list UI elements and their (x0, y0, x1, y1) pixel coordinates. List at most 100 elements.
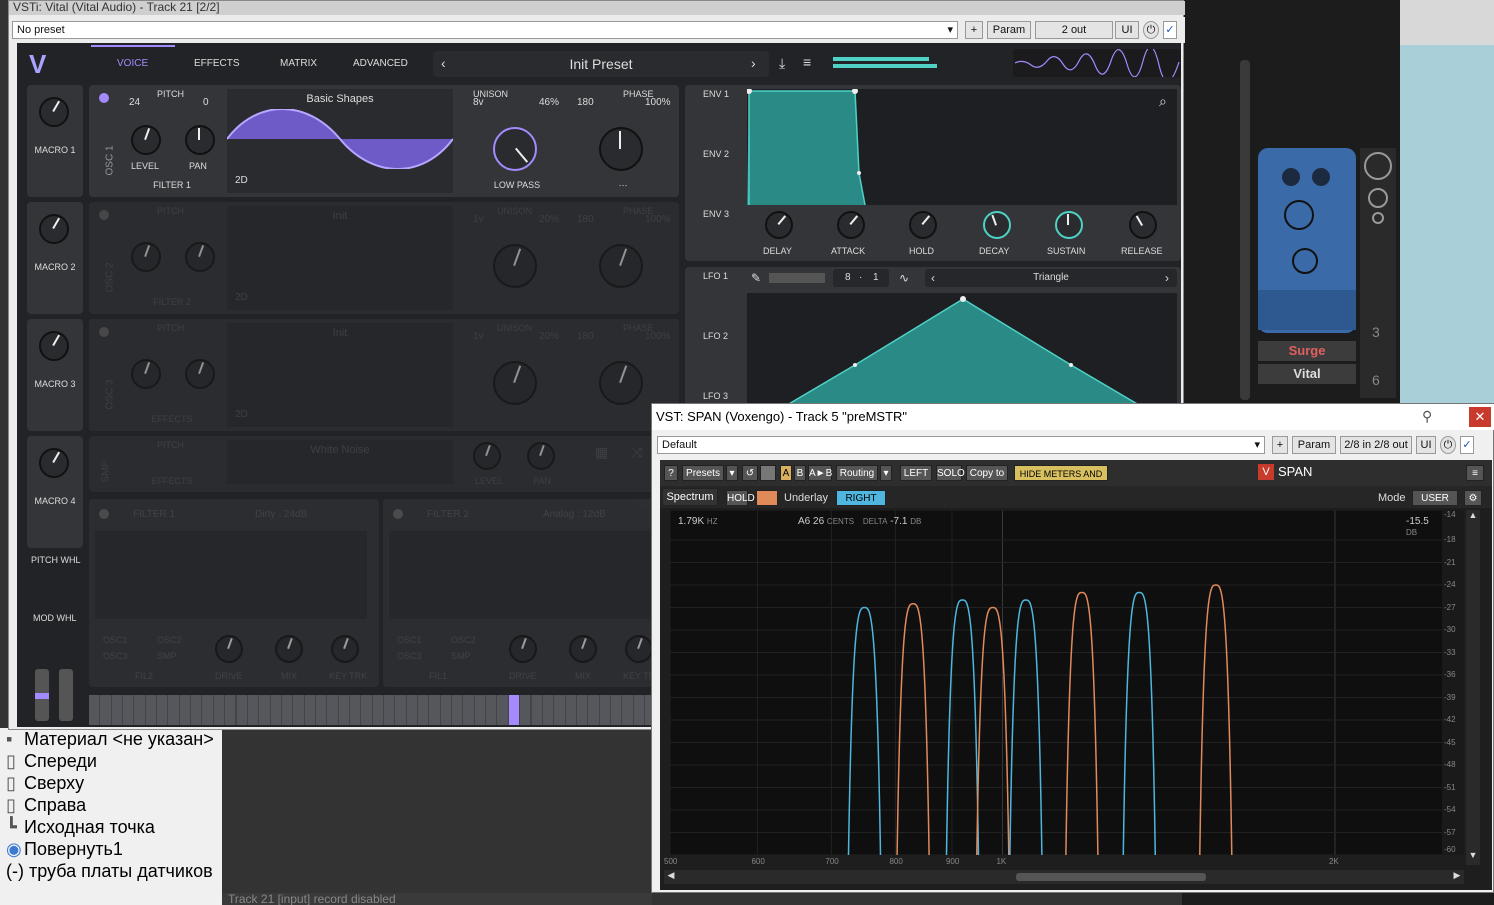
tab-env2[interactable]: ENV 2 (703, 149, 729, 159)
filter2-source[interactable]: OSC1 (397, 635, 422, 645)
osc3-enable-toggle[interactable] (99, 327, 109, 337)
piano-keyboard[interactable] (89, 695, 679, 725)
osc2-phase-value[interactable]: 180 (577, 214, 594, 225)
panel-knob[interactable] (1292, 248, 1318, 274)
spectrum-display[interactable]: 1.79K HZ A6 26 CENTS DELTA -7.1 DB -15.5… (669, 509, 1442, 856)
piano-white-key[interactable] (633, 695, 644, 725)
piano-white-key[interactable] (259, 695, 270, 725)
osc2-level-knob[interactable] (131, 242, 161, 272)
filter2-route[interactable]: FIL1 (429, 671, 447, 681)
copy-to-button[interactable]: Copy to (966, 465, 1008, 481)
osc1-wavetable[interactable]: Basic Shapes 2D (227, 89, 453, 193)
osc1-unison-knob[interactable] (493, 127, 537, 171)
scroll-up-icon[interactable]: ▲ (1466, 510, 1480, 522)
close-icon[interactable]: ✕ (1469, 407, 1491, 427)
lfo-smooth-slider[interactable] (769, 273, 825, 283)
filter2-keytrk-knob[interactable] (625, 635, 653, 663)
osc3-phase-value[interactable]: 180 (577, 331, 594, 342)
piano-white-key[interactable] (452, 695, 463, 725)
osc1-wave-name[interactable]: Basic Shapes (227, 93, 453, 105)
envelope-display[interactable]: ⌕ (746, 88, 1177, 206)
osc1-phase-pct[interactable]: 100% (645, 97, 671, 108)
scroll-left-icon[interactable]: ◀ (664, 870, 678, 884)
piano-white-key[interactable] (327, 695, 338, 725)
scroll-thumb[interactable] (1016, 873, 1206, 881)
plugin-list-item-vital[interactable]: Vital (1258, 364, 1356, 384)
filter2-source[interactable]: OSC3 (397, 651, 422, 661)
osc2-wave-name[interactable]: Init (227, 210, 453, 222)
filter2-drive-knob[interactable] (509, 635, 537, 663)
env-delay-knob[interactable] (765, 211, 793, 239)
mod-wheel[interactable] (59, 669, 73, 721)
tab-advanced[interactable]: ADVANCED (353, 58, 408, 69)
span-menu-icon[interactable]: ≡ (1466, 465, 1484, 481)
osc3-voices-value[interactable]: 1v (473, 331, 484, 342)
tab-env1[interactable]: ENV 1 (703, 89, 729, 99)
tab-effects[interactable]: EFFECTS (194, 58, 240, 69)
env-release-knob[interactable] (1129, 211, 1157, 239)
add-preset-button[interactable]: + (965, 21, 983, 39)
filter1-drive-knob[interactable] (215, 635, 243, 663)
piano-white-key[interactable] (100, 695, 111, 725)
filter1-response[interactable] (95, 531, 367, 619)
piano-white-key[interactable] (542, 695, 554, 725)
osc1-filter-select[interactable]: LOW PASS (469, 180, 565, 190)
osc1-pan-knob[interactable] (185, 125, 215, 155)
tree-item[interactable]: ▯ Справа (0, 794, 222, 816)
osc2-unison-pct[interactable]: 20% (539, 214, 559, 225)
sample-level-knob[interactable] (473, 442, 501, 470)
osc3-phase-pct[interactable]: 100% (645, 331, 671, 342)
preset-name[interactable]: Init Preset (433, 56, 769, 72)
paint-icon[interactable]: ✎ (751, 271, 761, 285)
osc1-spectral-select[interactable]: ··· (575, 180, 671, 190)
horizontal-scrollbar[interactable]: ◀ ▶ (664, 870, 1464, 884)
redo-icon[interactable] (760, 465, 776, 481)
hide-meters-button[interactable]: HIDE METERS AND STATS (1014, 465, 1108, 495)
piano-white-key[interactable] (304, 695, 315, 725)
osc2-pan-knob[interactable] (185, 242, 215, 272)
piano-white-key[interactable] (145, 695, 157, 725)
piano-white-key[interactable] (418, 695, 429, 725)
span-add-preset-button[interactable]: + (1272, 436, 1288, 454)
sample-route-select[interactable]: EFFECTS (125, 476, 219, 486)
next-preset-icon[interactable]: › (751, 55, 756, 71)
scroll-down-icon[interactable]: ▼ (1466, 850, 1480, 862)
vertical-scrollbar[interactable]: ▲ ▼ (1466, 510, 1480, 865)
osc2-dim-label[interactable]: 2D (235, 292, 248, 303)
osc1-phase-value[interactable]: 180 (577, 97, 594, 108)
osc2-phase-pct[interactable]: 100% (645, 214, 671, 225)
mode-select[interactable]: USER (1412, 490, 1458, 506)
osc2-enable-toggle[interactable] (99, 210, 109, 220)
right-channel-button[interactable]: RIGHT (836, 490, 886, 506)
filter1-source[interactable]: OSC2 (157, 635, 182, 645)
power-icon[interactable]: ⏻ (1143, 21, 1159, 39)
lfo-shape-select[interactable]: ‹ Triangle › (925, 269, 1177, 287)
piano-white-key[interactable] (157, 695, 168, 725)
host-scrollbar[interactable] (1240, 60, 1250, 400)
piano-white-key[interactable] (213, 695, 225, 725)
piano-white-key[interactable] (270, 695, 281, 725)
osc3-wavetable[interactable]: Init 2D (227, 323, 453, 427)
piano-white-key[interactable] (89, 695, 100, 725)
undo-icon[interactable]: ↺ (742, 465, 758, 481)
routing-menu-icon[interactable]: ▾ (880, 465, 892, 481)
osc3-unison-knob[interactable] (493, 361, 537, 405)
random-phase-icon[interactable]: ⤨ (631, 444, 642, 461)
settings-gear-icon[interactable]: ⚙ (1464, 490, 1482, 506)
piano-white-key[interactable] (429, 695, 440, 725)
piano-white-key[interactable] (384, 695, 395, 725)
pitch-wheel[interactable] (35, 669, 49, 721)
osc3-route-select[interactable]: EFFECTS (125, 414, 219, 424)
osc1-route-select[interactable]: FILTER 1 (125, 180, 219, 190)
tree-item[interactable]: ▪ Материал <не указан> (0, 728, 222, 750)
osc1-transpose-value[interactable]: 24 (129, 97, 140, 108)
filter1-keytrk-knob[interactable] (331, 635, 359, 663)
piano-white-key[interactable] (622, 695, 633, 725)
tree-item[interactable]: ▯ Спереди (0, 750, 222, 772)
plugin-list-item-surge[interactable]: Surge (1258, 341, 1356, 361)
macro-knob[interactable] (39, 448, 69, 478)
osc3-phase-knob[interactable] (599, 361, 643, 405)
filter2-source[interactable]: OSC2 (451, 635, 476, 645)
piano-white-key[interactable] (395, 695, 406, 725)
menu-icon[interactable]: ≡ (803, 54, 811, 70)
